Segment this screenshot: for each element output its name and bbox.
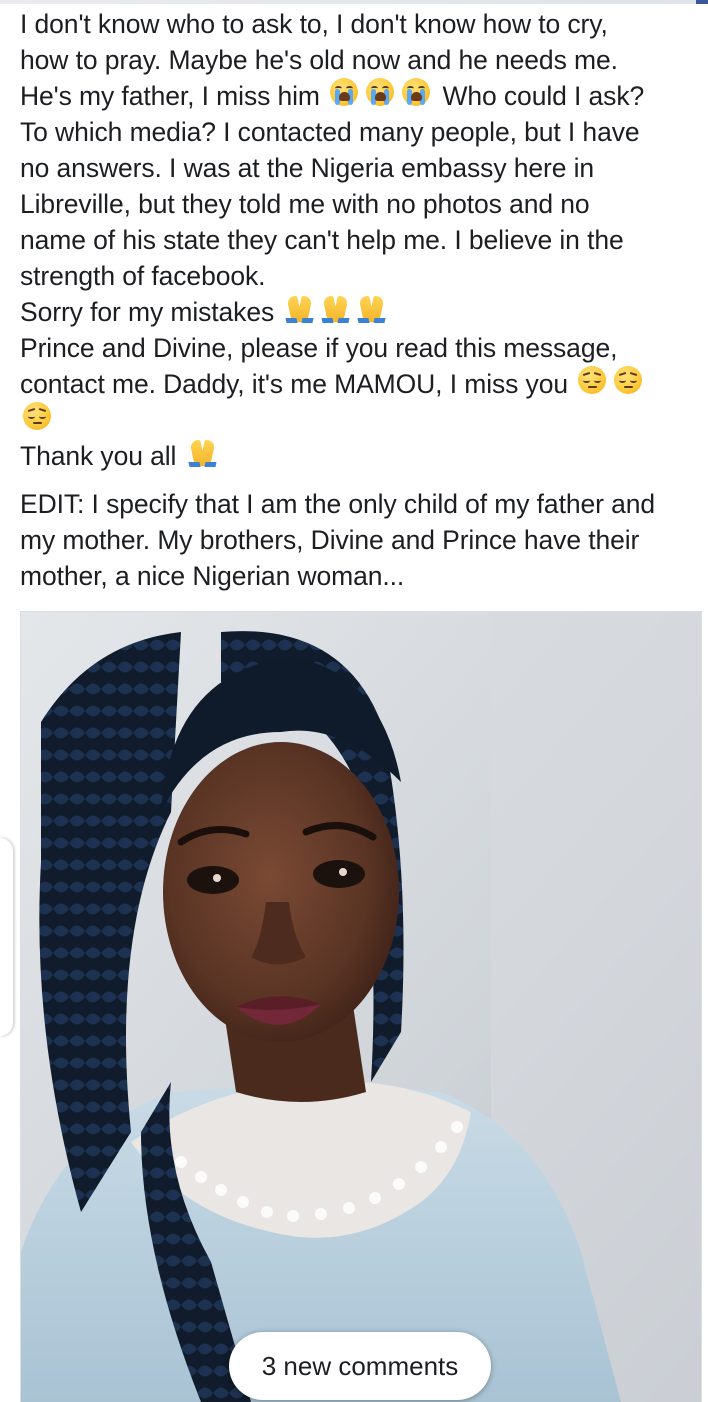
side-handle[interactable] — [0, 838, 13, 1036]
pensive-face-icon — [21, 402, 55, 432]
post-line: name of his state they can't help me. I … — [20, 225, 624, 255]
post-photo[interactable] — [20, 611, 702, 1402]
folded-hands-icon — [318, 294, 352, 324]
selfie-photo — [21, 612, 701, 1402]
loudly-crying-face-icon — [328, 78, 362, 108]
post-line: Sorry for my mistakes — [20, 294, 702, 330]
post-line: Thank you all — [20, 438, 702, 474]
post-line: contact me. Daddy, it's me MAMOU, I miss… — [20, 366, 702, 402]
loudly-crying-face-icon — [400, 78, 434, 108]
top-edge — [0, 0, 708, 4]
new-comments-button[interactable]: 3 new comments — [229, 1332, 491, 1400]
post-line: I don't know who to ask to, I don't know… — [20, 9, 608, 39]
post-line: Libreville, but they told me with no pho… — [20, 189, 590, 219]
post-line-text: contact me. Daddy, it's me MAMOU, I miss… — [20, 369, 568, 399]
edit-line: my mother. My brothers, Divine and Princ… — [20, 525, 640, 555]
post-line-text: He's my father, I miss him — [20, 81, 320, 111]
post-line: no answers. I was at the Nigeria embassy… — [20, 153, 595, 183]
post-edit-note: EDIT: I specify that I am the only child… — [20, 486, 702, 594]
post-line: To which media? I contacted many people,… — [20, 117, 640, 147]
post-line: He's my father, I miss him Who could I a… — [20, 78, 702, 114]
post-line-text: Sorry for my mistakes — [20, 297, 275, 327]
post-line: Prince and Divine, please if you read th… — [20, 333, 618, 363]
folded-hands-icon — [282, 294, 316, 324]
post-line-text: Thank you all — [20, 441, 177, 471]
post-line — [20, 402, 702, 438]
post-line: strength of facebook. — [20, 261, 266, 291]
post-line: how to pray. Maybe he's old now and he n… — [20, 45, 618, 75]
edit-line: EDIT: I specify that I am the only child… — [20, 489, 656, 519]
folded-hands-icon — [354, 294, 388, 324]
post-line-text: Who could I ask? — [442, 81, 645, 111]
folded-hands-icon — [185, 438, 219, 468]
post-body: I don't know who to ask to, I don't know… — [20, 6, 702, 594]
pensive-face-icon — [612, 366, 646, 396]
edit-line: mother, a nice Nigerian woman... — [20, 561, 405, 591]
top-edge-accent — [696, 0, 708, 4]
loudly-crying-face-icon — [364, 78, 398, 108]
pensive-face-icon — [576, 366, 610, 396]
